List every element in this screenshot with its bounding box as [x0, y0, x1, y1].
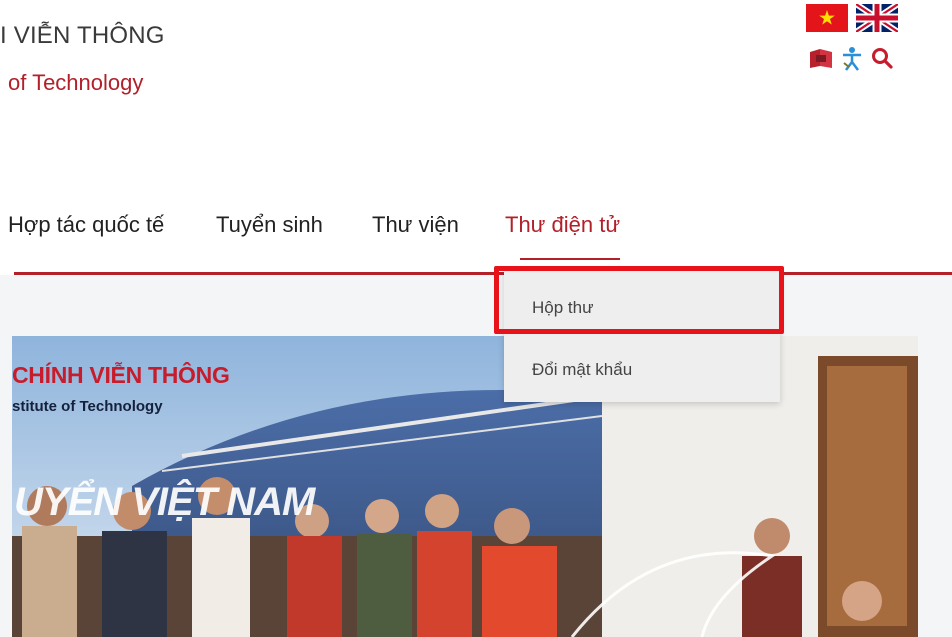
banner-photo: CHÍNH VIỄN THÔNG stitute of Technology U… [12, 336, 918, 637]
uk-flag-icon[interactable] [856, 4, 898, 32]
nav-item-email[interactable]: Thư điện tử [505, 212, 620, 238]
nav-item-international-cooperation[interactable]: Hợp tác quốc tế [8, 212, 164, 238]
search-icon[interactable] [870, 46, 894, 70]
site-title-english: of Technology [8, 70, 144, 95]
banner-subheading: stitute of Technology [12, 398, 163, 415]
nav-item-library[interactable]: Thư viện [372, 212, 459, 238]
dropdown-item-change-password[interactable]: Đổi mật khẩu [532, 360, 632, 380]
vietnam-flag-icon[interactable] [806, 4, 848, 32]
book-icon[interactable] [808, 46, 834, 70]
site-title-vietnamese: I VIỄN THÔNG [0, 22, 165, 49]
highlight-box [494, 266, 784, 334]
banner-heading: CHÍNH VIỄN THÔNG [12, 362, 230, 388]
banner-sign-text: UYỂN VIỆT NAM [14, 480, 315, 524]
nav-item-admissions[interactable]: Tuyển sinh [216, 212, 323, 238]
site-header: I VIỄN THÔNG of Technology Hợp tác quốc … [0, 0, 952, 270]
active-nav-underline [520, 258, 620, 260]
accessibility-icon[interactable] [840, 46, 864, 72]
